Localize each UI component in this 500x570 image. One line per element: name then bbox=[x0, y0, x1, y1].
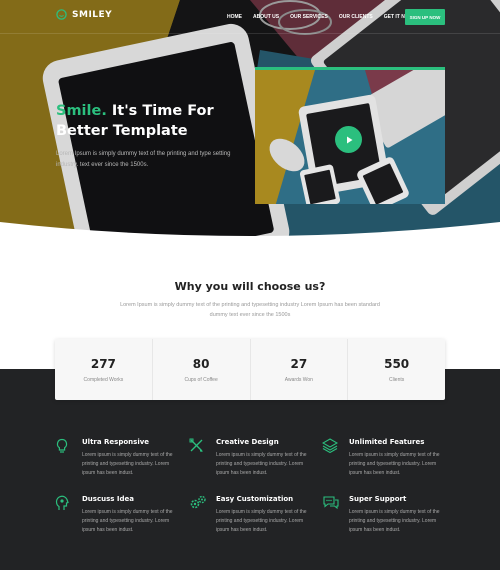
stat-value: 80 bbox=[192, 357, 210, 371]
stat-cups-of-coffee: 80 Cups of Coffee bbox=[153, 339, 251, 400]
feature-title: Duscuss Idea bbox=[82, 495, 134, 503]
feature-description: Lorem ipsum is simply dummy text of the … bbox=[82, 452, 173, 476]
stat-clients: 550 Clients bbox=[348, 339, 445, 400]
video-thumbnail[interactable] bbox=[255, 67, 445, 204]
signup-button[interactable]: SIGN UP NOW bbox=[405, 9, 445, 25]
stat-value: 277 bbox=[90, 357, 116, 371]
nav-our-services[interactable]: OUR SERVICES bbox=[290, 14, 328, 20]
stat-label: Awards Won bbox=[284, 377, 313, 383]
brand-name: SMILEY bbox=[72, 9, 113, 20]
feature-title: Super Support bbox=[349, 495, 407, 503]
feature-description: Lorem ipsum is simply dummy text of the … bbox=[349, 452, 440, 476]
stat-label: Completed Works bbox=[83, 377, 124, 383]
stat-value: 27 bbox=[290, 357, 308, 371]
stat-label: Clients bbox=[388, 377, 405, 383]
stat-label: Cups of Coffee bbox=[184, 377, 218, 383]
smiley-chat-icon bbox=[56, 9, 67, 20]
feature-description: Lorem ipsum is simply dummy text of the … bbox=[216, 509, 307, 533]
feature-description: Lorem ipsum is simply dummy text of the … bbox=[82, 509, 173, 533]
section-title: Why you will choose us? bbox=[174, 280, 326, 293]
top-navbar: SMILEY HOME ABOUT US OUR SERVICES OUR CL… bbox=[0, 0, 500, 34]
feature-description: Lorem ipsum is simply dummy text of the … bbox=[216, 452, 307, 476]
stat-value: 550 bbox=[384, 357, 410, 371]
nav-about-us[interactable]: ABOUT US bbox=[253, 14, 279, 20]
layers-icon bbox=[322, 438, 338, 453]
hero-title: Smile. It's Time For Better Template bbox=[56, 101, 256, 141]
chat-bubbles-icon bbox=[323, 496, 339, 510]
play-button[interactable] bbox=[335, 126, 362, 153]
play-icon bbox=[346, 136, 352, 143]
stat-awards-won: 27 Awards Won bbox=[251, 339, 349, 400]
lightbulb-icon bbox=[56, 438, 68, 453]
hero-subtitle: Lorem Ipsum is simply dummy text of the … bbox=[56, 151, 231, 168]
nav-our-clients[interactable]: OUR CLIENTS bbox=[339, 14, 373, 20]
hero-title-accent: Smile. bbox=[56, 103, 107, 119]
feature-title: Unlimited Features bbox=[349, 438, 425, 446]
nav-home[interactable]: HOME bbox=[227, 14, 242, 20]
pencil-ruler-icon bbox=[189, 438, 203, 452]
feature-description: Lorem ipsum is simply dummy text of the … bbox=[349, 509, 440, 533]
brand-logo[interactable]: SMILEY bbox=[56, 9, 112, 20]
feature-title: Creative Design bbox=[216, 438, 279, 446]
section-subtitle: Lorem Ipsum is simply dummy text of the … bbox=[120, 302, 380, 318]
stat-completed-works: 277 Completed Works bbox=[55, 339, 153, 400]
hero-section: SMILEY HOME ABOUT US OUR SERVICES OUR CL… bbox=[0, 0, 500, 240]
main-menu: HOME ABOUT US OUR SERVICES OUR CLIENTS G… bbox=[227, 14, 424, 20]
gears-icon bbox=[190, 495, 206, 509]
feature-title: Ultra Responsive bbox=[82, 438, 150, 446]
feature-title: Easy Customization bbox=[216, 495, 294, 503]
head-idea-icon bbox=[55, 495, 69, 510]
stats-card: 277 Completed Works 80 Cups of Coffee 27… bbox=[55, 339, 445, 400]
